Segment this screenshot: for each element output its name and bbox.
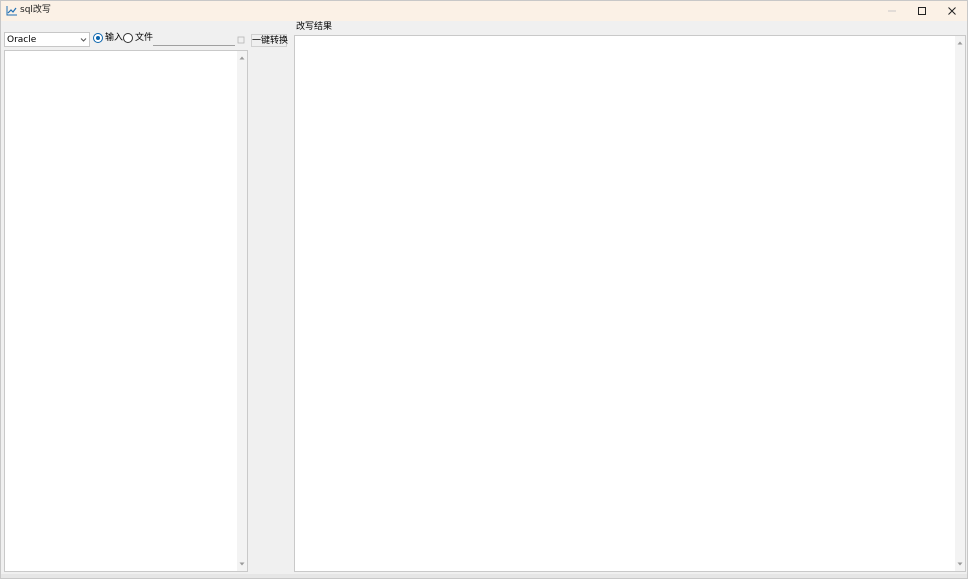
radio-file-label: 文件: [135, 33, 154, 43]
database-select-value: Oracle: [7, 35, 37, 45]
title-bar[interactable]: sql改写: [1, 1, 967, 21]
file-path-field[interactable]: [153, 34, 235, 46]
convert-button[interactable]: 一键转换: [251, 34, 288, 47]
scroll-down-icon[interactable]: [956, 560, 964, 568]
scroll-up-icon[interactable]: [238, 54, 246, 62]
scroll-up-icon[interactable]: [956, 39, 964, 47]
chevron-down-icon: [80, 38, 87, 42]
input-scrollbar[interactable]: [237, 51, 247, 571]
window-bottom-edge: [1, 574, 967, 578]
result-textarea[interactable]: [294, 35, 966, 572]
scroll-down-icon[interactable]: [238, 560, 246, 568]
chart-line-icon: [6, 6, 17, 16]
maximize-icon: [918, 7, 926, 15]
result-label: 改写结果: [296, 22, 333, 32]
minimize-button[interactable]: [877, 1, 907, 21]
close-button[interactable]: [937, 1, 967, 21]
browse-file-icon[interactable]: [237, 36, 245, 44]
radio-input-mode[interactable]: [93, 33, 103, 43]
sql-input-textarea[interactable]: [4, 50, 248, 572]
database-select[interactable]: Oracle: [4, 32, 90, 47]
app-window: sql改写 Oracle 输入 文件 一键转换 改写结果: [0, 0, 968, 579]
result-scrollbar[interactable]: [955, 36, 965, 571]
window-title: sql改写: [20, 5, 51, 15]
close-icon: [948, 7, 956, 15]
radio-input-label: 输入: [105, 33, 124, 43]
minimize-icon: [888, 10, 896, 12]
maximize-button[interactable]: [907, 1, 937, 21]
radio-file-mode[interactable]: [123, 33, 133, 43]
